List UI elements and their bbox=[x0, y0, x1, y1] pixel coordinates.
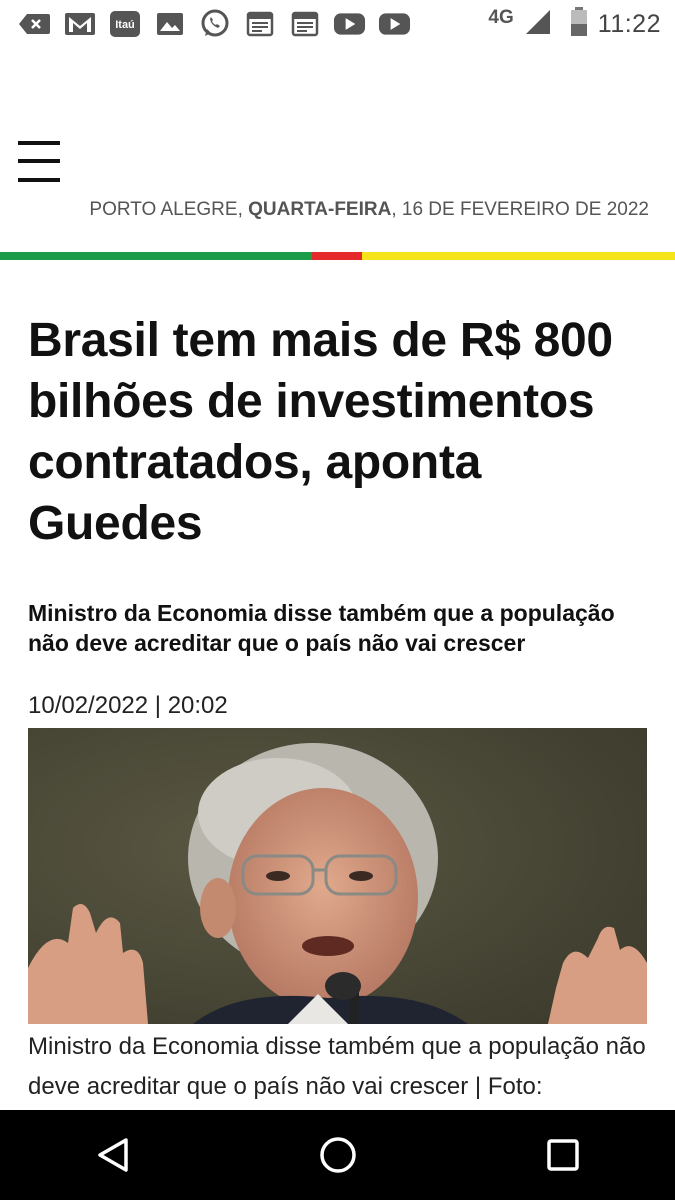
news-icon bbox=[288, 11, 321, 37]
stripe-yellow bbox=[362, 252, 675, 260]
youtube-icon bbox=[378, 11, 411, 37]
network-type: 4G bbox=[488, 7, 514, 28]
article-timestamp: 10/02/2022 | 20:02 bbox=[28, 692, 228, 719]
dateline: PORTO ALEGRE, QUARTA-FEIRA, 16 DE FEVERE… bbox=[89, 199, 649, 221]
photo-caption: Ministro da Economia disse também que a … bbox=[28, 1033, 646, 1100]
signal-icon bbox=[524, 8, 552, 41]
flag-color-stripe bbox=[0, 252, 675, 260]
stripe-red bbox=[312, 252, 362, 260]
itau-icon: Itaú bbox=[108, 11, 141, 37]
back-icon[interactable] bbox=[83, 1125, 143, 1185]
back-arrow-icon bbox=[18, 11, 51, 37]
clock: 11:22 bbox=[597, 9, 661, 38]
dateline-date: , 16 DE FEVEREIRO DE 2022 bbox=[391, 199, 649, 220]
status-bar: Itaú 4G 11:22 bbox=[0, 0, 675, 48]
dateline-weekday: QUARTA-FEIRA bbox=[248, 199, 392, 220]
article-photo[interactable] bbox=[28, 728, 647, 1024]
svg-text:Itaú: Itaú bbox=[115, 19, 135, 31]
system-status: 4G 11:22 bbox=[488, 0, 661, 48]
article-subtitle: Ministro da Economia disse também que a … bbox=[28, 600, 615, 656]
dateline-city: PORTO ALEGRE, bbox=[89, 199, 243, 220]
whatsapp-icon bbox=[198, 9, 231, 37]
screen: Itaú 4G 11:22 PORTO ALEGRE, QUARTA-FEIRA… bbox=[0, 0, 675, 1200]
news-icon bbox=[243, 11, 276, 37]
stripe-green bbox=[0, 252, 312, 260]
system-nav-bar bbox=[0, 1110, 675, 1200]
youtube-icon bbox=[333, 11, 366, 37]
article-headline: Brasil tem mais de R$ 800 bilhões de inv… bbox=[28, 314, 613, 550]
battery-icon bbox=[570, 6, 588, 42]
notification-icons: Itaú bbox=[0, 9, 411, 37]
gmail-icon bbox=[63, 11, 96, 37]
recents-icon[interactable] bbox=[533, 1125, 593, 1185]
image-icon bbox=[153, 11, 186, 37]
hamburger-menu-icon[interactable] bbox=[18, 141, 60, 183]
home-icon[interactable] bbox=[308, 1125, 368, 1185]
